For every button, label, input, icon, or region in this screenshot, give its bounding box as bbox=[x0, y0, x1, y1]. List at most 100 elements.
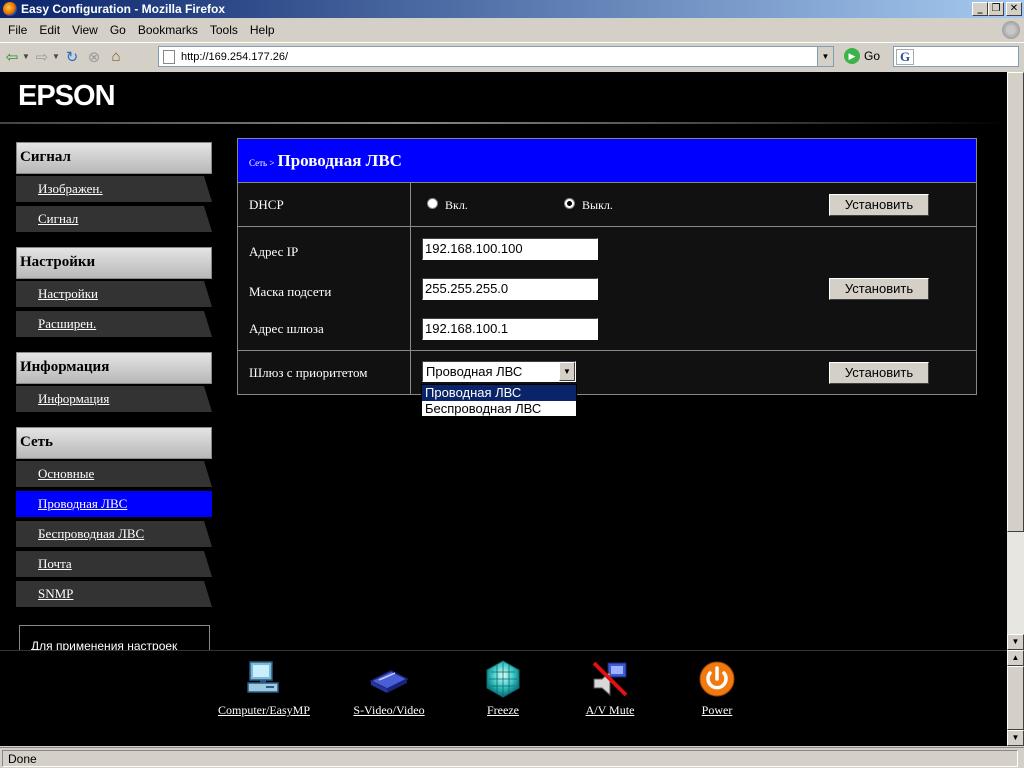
page-icon bbox=[163, 49, 175, 64]
content-scrollbar[interactable]: ▼ bbox=[1007, 72, 1024, 650]
svideo-video-button[interactable]: S-Video/Video bbox=[349, 659, 429, 718]
breadcrumb[interactable]: Сеть > bbox=[249, 158, 274, 168]
sidebar-item-signal[interactable]: Сигнал bbox=[16, 206, 212, 232]
scroll-up-icon[interactable]: ▲ bbox=[1007, 650, 1024, 666]
window-title: Easy Configuration - Mozilla Firefox bbox=[21, 2, 226, 16]
freeze-label: Freeze bbox=[487, 703, 519, 717]
bottom-control-bar: Computer/EasyMP S-Video/Video Freeze A/V… bbox=[0, 650, 1007, 746]
ip-set-button[interactable]: Установить bbox=[829, 278, 929, 300]
close-button[interactable]: ✕ bbox=[1006, 2, 1022, 16]
menu-bookmarks[interactable]: Bookmarks bbox=[132, 23, 204, 37]
status-bar: Done bbox=[0, 747, 1024, 768]
dhcp-on-label: Вкл. bbox=[445, 198, 468, 212]
row-divider bbox=[238, 182, 976, 183]
status-text: Done bbox=[2, 750, 1018, 767]
url-text[interactable]: http://169.254.177.26/ bbox=[181, 51, 817, 63]
menu-tools[interactable]: Tools bbox=[204, 23, 244, 37]
svideo-video-label: S-Video/Video bbox=[353, 703, 425, 717]
row-divider bbox=[238, 350, 976, 351]
column-divider bbox=[410, 350, 411, 394]
column-divider bbox=[410, 226, 411, 350]
ip-address-input[interactable]: 192.168.100.100 bbox=[422, 238, 598, 260]
window-title-bar: Easy Configuration - Mozilla Firefox _ ❐… bbox=[0, 0, 1024, 18]
ip-address-label: Адрес IP bbox=[249, 244, 299, 259]
priority-set-button[interactable]: Установить bbox=[829, 362, 929, 384]
header-divider bbox=[0, 122, 1007, 124]
stop-icon[interactable]: ⊗ bbox=[84, 47, 104, 67]
sidebar-item-image[interactable]: Изображен. bbox=[16, 176, 212, 202]
sidebar-item-settings[interactable]: Настройки bbox=[16, 281, 212, 307]
row-divider bbox=[238, 226, 976, 227]
scroll-down-icon[interactable]: ▼ bbox=[1007, 634, 1024, 650]
page-title: Проводная ЛВС bbox=[277, 151, 402, 170]
go-arrow-icon: ▶ bbox=[844, 48, 860, 64]
home-icon[interactable]: ⌂ bbox=[106, 47, 126, 67]
dropdown-option-wireless[interactable]: Беспроводная ЛВС bbox=[422, 401, 576, 417]
menu-edit[interactable]: Edit bbox=[33, 23, 66, 37]
sidebar-item-wired-lan[interactable]: Проводная ЛВС bbox=[16, 491, 212, 517]
sidebar-section-signal: Сигнал bbox=[16, 142, 212, 174]
subnet-mask-input[interactable]: 255.255.255.0 bbox=[422, 278, 598, 300]
power-button[interactable]: Power bbox=[697, 659, 737, 718]
dropdown-option-wired[interactable]: Проводная ЛВС bbox=[422, 385, 576, 401]
dhcp-set-button[interactable]: Установить bbox=[829, 194, 929, 216]
power-icon bbox=[697, 659, 737, 699]
maximize-button[interactable]: ❐ bbox=[988, 2, 1004, 16]
back-dropdown-icon[interactable]: ▼ bbox=[22, 52, 30, 61]
forward-dropdown-icon[interactable]: ▼ bbox=[52, 52, 60, 61]
menu-go[interactable]: Go bbox=[104, 23, 132, 37]
sidebar-section-network: Сеть bbox=[16, 427, 212, 459]
computer-easymp-button[interactable]: Computer/EasyMP bbox=[212, 659, 316, 718]
sidebar-item-snmp[interactable]: SNMP bbox=[16, 581, 212, 607]
chevron-down-icon[interactable]: ▼ bbox=[559, 362, 575, 381]
scroll-down-icon[interactable]: ▼ bbox=[1007, 730, 1024, 746]
google-icon[interactable]: G bbox=[896, 48, 914, 65]
url-dropdown-icon[interactable]: ▼ bbox=[817, 47, 833, 66]
snowflake-icon bbox=[483, 659, 523, 699]
av-mute-button[interactable]: A/V Mute bbox=[581, 659, 639, 718]
priority-gateway-select[interactable]: Проводная ЛВС ▼ bbox=[422, 361, 576, 382]
bottom-frame-scrollbar[interactable]: ▲ ▼ bbox=[1007, 650, 1024, 746]
dhcp-label: DHCP bbox=[249, 197, 284, 212]
sidebar-item-wireless-lan[interactable]: Беспроводная ЛВС bbox=[16, 521, 212, 547]
dhcp-off-radio[interactable] bbox=[564, 198, 575, 209]
priority-gateway-value: Проводная ЛВС bbox=[426, 364, 523, 379]
back-arrow-icon[interactable]: ⇦ bbox=[2, 47, 22, 67]
go-label: Go bbox=[864, 49, 881, 63]
menu-file[interactable]: File bbox=[2, 23, 33, 37]
power-label: Power bbox=[701, 703, 733, 717]
dhcp-off-label: Выкл. bbox=[582, 198, 613, 212]
page-content: EPSON Сигнал Изображен. Сигнал Настройки… bbox=[0, 72, 1007, 650]
minimize-button[interactable]: _ bbox=[972, 2, 988, 16]
computer-easymp-label: Computer/EasyMP bbox=[218, 703, 310, 717]
sidebar-section-info: Информация bbox=[16, 352, 212, 384]
priority-gateway-dropdown: Проводная ЛВС Беспроводная ЛВС bbox=[421, 384, 577, 417]
menu-view[interactable]: View bbox=[66, 23, 104, 37]
epson-logo: EPSON bbox=[18, 80, 116, 112]
sidebar-item-mail[interactable]: Почта bbox=[16, 551, 212, 577]
av-mute-icon bbox=[590, 659, 630, 699]
menu-bar: File Edit View Go Bookmarks Tools Help bbox=[0, 20, 1024, 40]
sidebar-item-info[interactable]: Информация bbox=[16, 386, 212, 412]
navigation-toolbar: ⇦ ▼ ⇨ ▼ ↻ ⊗ ⌂ http://169.254.177.26/ ▼ ▶… bbox=[0, 42, 1024, 70]
av-mute-label: A/V Mute bbox=[585, 703, 635, 717]
subnet-mask-label: Маска подсети bbox=[249, 284, 332, 299]
wired-lan-panel: Сеть > Проводная ЛВС DHCP Вкл. Выкл. Уст… bbox=[237, 138, 977, 395]
go-button[interactable]: ▶ Go bbox=[844, 48, 880, 64]
freeze-button[interactable]: Freeze bbox=[482, 659, 524, 718]
priority-gateway-label: Шлюз с приоритетом bbox=[249, 365, 368, 380]
panel-header: Сеть > Проводная ЛВС bbox=[238, 139, 976, 182]
sidebar-section-settings: Настройки bbox=[16, 247, 212, 279]
scrollbar-thumb[interactable] bbox=[1007, 666, 1024, 730]
sidebar-item-advanced[interactable]: Расширен. bbox=[16, 311, 212, 337]
column-divider bbox=[410, 182, 411, 226]
forward-arrow-icon[interactable]: ⇨ bbox=[32, 47, 52, 67]
scrollbar-thumb[interactable] bbox=[1007, 72, 1024, 532]
gateway-input[interactable]: 192.168.100.1 bbox=[422, 318, 598, 340]
dhcp-on-radio[interactable] bbox=[427, 198, 438, 209]
url-bar[interactable]: http://169.254.177.26/ ▼ bbox=[158, 46, 834, 67]
sidebar-item-basic[interactable]: Основные bbox=[16, 461, 212, 487]
search-input[interactable]: G bbox=[893, 46, 1019, 67]
reload-icon[interactable]: ↻ bbox=[62, 47, 82, 67]
menu-help[interactable]: Help bbox=[244, 23, 281, 37]
